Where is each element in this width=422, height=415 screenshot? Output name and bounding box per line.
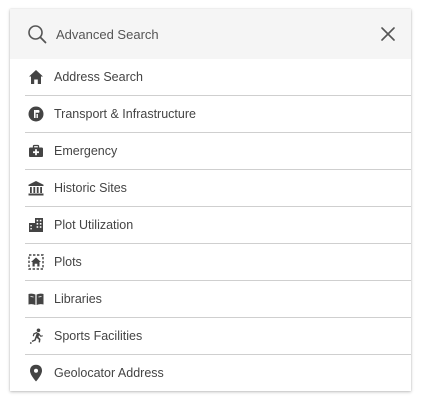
panel-header: Advanced Search bbox=[10, 9, 411, 59]
list-item-sports-facilities[interactable]: Sports Facilities bbox=[25, 318, 411, 355]
plot-icon bbox=[27, 253, 45, 271]
item-label: Plot Utilization bbox=[54, 218, 134, 232]
list-item-libraries[interactable]: Libraries bbox=[25, 281, 411, 318]
list-item-address-search[interactable]: Address Search bbox=[25, 59, 411, 96]
list-item-plots[interactable]: Plots bbox=[25, 244, 411, 281]
book-icon bbox=[27, 290, 45, 308]
home-icon bbox=[27, 68, 45, 86]
item-label: Transport & Infrastructure bbox=[54, 107, 196, 121]
search-icon[interactable] bbox=[26, 23, 48, 45]
list-item-historic-sites[interactable]: Historic Sites bbox=[25, 170, 411, 207]
medical-kit-icon bbox=[27, 142, 45, 160]
transport-icon bbox=[27, 105, 45, 123]
item-label: Emergency bbox=[54, 144, 118, 158]
list-item-geolocator-address[interactable]: Geolocator Address bbox=[25, 355, 411, 391]
list-item-plot-utilization[interactable]: Plot Utilization bbox=[25, 207, 411, 244]
item-label: Sports Facilities bbox=[54, 329, 143, 343]
item-label: Geolocator Address bbox=[54, 366, 164, 380]
item-label: Libraries bbox=[54, 292, 102, 306]
running-icon bbox=[27, 327, 45, 345]
list-item-emergency[interactable]: Emergency bbox=[25, 133, 411, 170]
close-icon[interactable] bbox=[379, 25, 397, 43]
museum-icon bbox=[27, 179, 45, 197]
advanced-search-panel: Advanced Search Address Search Transport… bbox=[10, 9, 411, 391]
buildings-icon bbox=[27, 216, 45, 234]
list-item-transport-infrastructure[interactable]: Transport & Infrastructure bbox=[25, 96, 411, 133]
item-label: Historic Sites bbox=[54, 181, 127, 195]
search-category-list: Address Search Transport & Infrastructur… bbox=[10, 59, 411, 391]
location-pin-icon bbox=[27, 364, 45, 382]
panel-title: Advanced Search bbox=[56, 26, 159, 42]
item-label: Plots bbox=[54, 255, 82, 269]
item-label: Address Search bbox=[54, 70, 143, 84]
